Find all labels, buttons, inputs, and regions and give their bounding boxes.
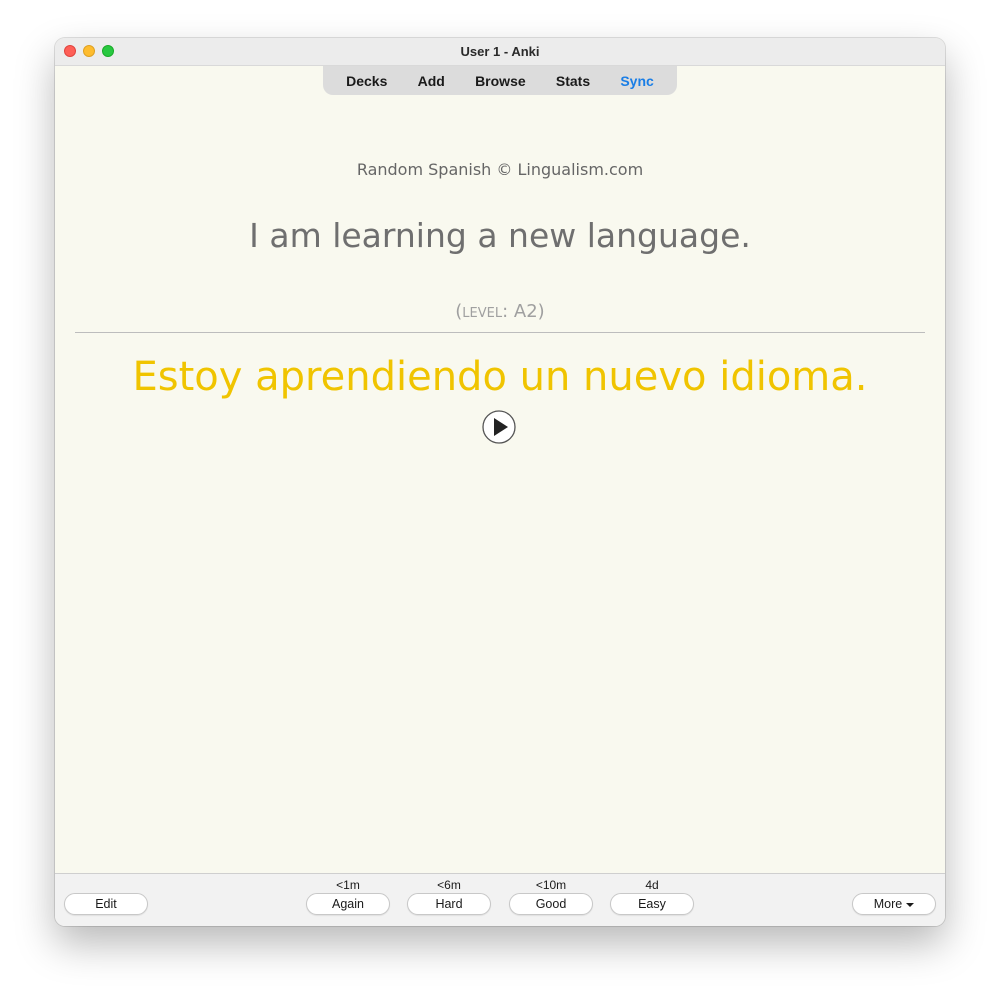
good-interval: <10m	[535, 878, 567, 892]
card-content: Random Spanish © Lingualism.com I am lea…	[55, 66, 945, 873]
easy-interval: 4d	[645, 878, 659, 892]
easy-button[interactable]: Easy	[610, 893, 694, 915]
level-prefix: (level:	[455, 301, 514, 322]
toolbar-browse[interactable]: Browse	[475, 73, 526, 89]
good-button[interactable]: Good	[509, 893, 593, 915]
hard-button[interactable]: Hard	[407, 893, 491, 915]
play-audio-button[interactable]	[482, 410, 516, 444]
main-toolbar: Decks Add Browse Stats Sync	[323, 66, 677, 95]
window-title: User 1 - Anki	[460, 44, 540, 59]
more-button[interactable]: More	[852, 893, 936, 915]
card-level: (level: A2)	[55, 301, 945, 322]
level-value: A2	[513, 301, 538, 322]
title-bar: User 1 - Anki	[55, 38, 945, 66]
hard-interval: <6m	[437, 878, 461, 892]
deck-credit: Random Spanish © Lingualism.com	[356, 160, 644, 179]
more-label: More	[873, 897, 903, 911]
level-suffix: )	[537, 301, 545, 322]
again-interval: <1m	[336, 878, 360, 892]
edit-button[interactable]: Edit	[64, 893, 148, 915]
play-circle-icon	[482, 410, 516, 444]
toolbar-decks[interactable]: Decks	[346, 73, 387, 89]
again-button[interactable]: Again	[306, 893, 390, 915]
answer-divider	[75, 332, 925, 333]
card-front-text: I am learning a new language.	[249, 216, 751, 255]
toolbar-sync[interactable]: Sync	[620, 73, 653, 89]
toolbar-stats[interactable]: Stats	[556, 73, 590, 89]
review-bottom-bar: Edit <1m Again <6m Hard <10m Good 4d Eas…	[55, 873, 945, 926]
card-back-text: Estoy aprendiendo un nuevo idioma.	[132, 354, 868, 400]
caret-down-icon	[906, 903, 915, 907]
anki-window: User 1 - Anki Random Spanish © Lingualis…	[55, 38, 945, 926]
toolbar-add[interactable]: Add	[418, 73, 445, 89]
